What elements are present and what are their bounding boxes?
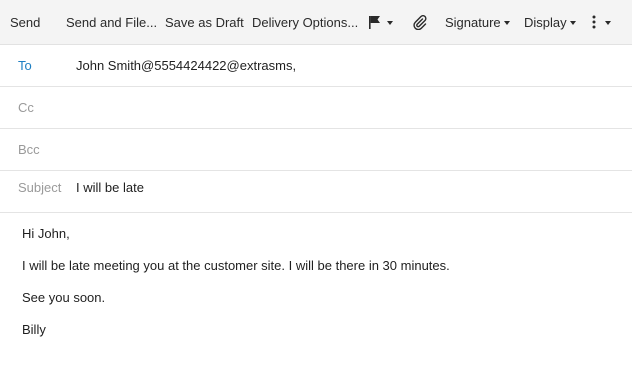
save-as-draft-label: Save as Draft	[165, 14, 244, 30]
to-input[interactable]: John Smith@5554424422@extrasms,	[76, 45, 622, 86]
to-field-row: To John Smith@5554424422@extrasms,	[0, 45, 632, 87]
cc-label[interactable]: Cc	[18, 87, 34, 128]
delivery-options-label: Delivery Options...	[252, 14, 359, 30]
to-label[interactable]: To	[18, 45, 32, 86]
bcc-field-row: Bcc	[0, 129, 632, 171]
flag-dropdown-button[interactable]	[368, 0, 393, 44]
save-as-draft-button[interactable]: Save as Draft	[165, 0, 244, 44]
cc-field-row: Cc	[0, 87, 632, 129]
message-body-editor[interactable]: Hi John, I will be late meeting you at t…	[22, 213, 622, 341]
body-line-signature: Billy	[22, 322, 46, 337]
display-label: Display	[524, 14, 567, 30]
display-dropdown-button[interactable]: Display	[524, 0, 576, 44]
more-options-button[interactable]	[592, 0, 611, 44]
send-button[interactable]: Send	[10, 0, 40, 44]
subject-input[interactable]: I will be late	[76, 167, 622, 208]
compose-window: Send Send and File... Save as Draft Deli…	[0, 0, 632, 373]
signature-dropdown-button[interactable]: Signature	[445, 0, 510, 44]
vertical-dots-icon	[592, 15, 596, 29]
delivery-options-button[interactable]: Delivery Options...	[252, 0, 358, 44]
chevron-down-icon	[569, 20, 576, 25]
send-and-file-label: Send and File...	[66, 14, 158, 30]
chevron-down-icon	[605, 20, 611, 25]
flag-icon	[368, 15, 381, 29]
body-line-greeting: Hi John,	[22, 226, 70, 241]
cc-input[interactable]	[76, 87, 622, 128]
body-line-closing: See you soon.	[22, 290, 106, 305]
send-label: Send	[10, 14, 41, 30]
chevron-down-icon	[387, 20, 393, 25]
signature-label: Signature	[445, 14, 501, 30]
subject-label: Subject	[18, 180, 62, 195]
send-and-file-button[interactable]: Send and File...	[66, 0, 157, 44]
compose-toolbar: Send Send and File... Save as Draft Deli…	[0, 0, 632, 45]
bcc-input[interactable]	[76, 129, 622, 170]
chevron-down-icon	[503, 20, 510, 25]
attach-button[interactable]	[413, 0, 427, 44]
bcc-label[interactable]: Bcc	[18, 129, 40, 170]
subject-field-row: Subject I will be late	[0, 171, 632, 213]
paperclip-icon	[413, 14, 427, 30]
body-line-message: I will be late meeting you at the custom…	[22, 258, 450, 273]
